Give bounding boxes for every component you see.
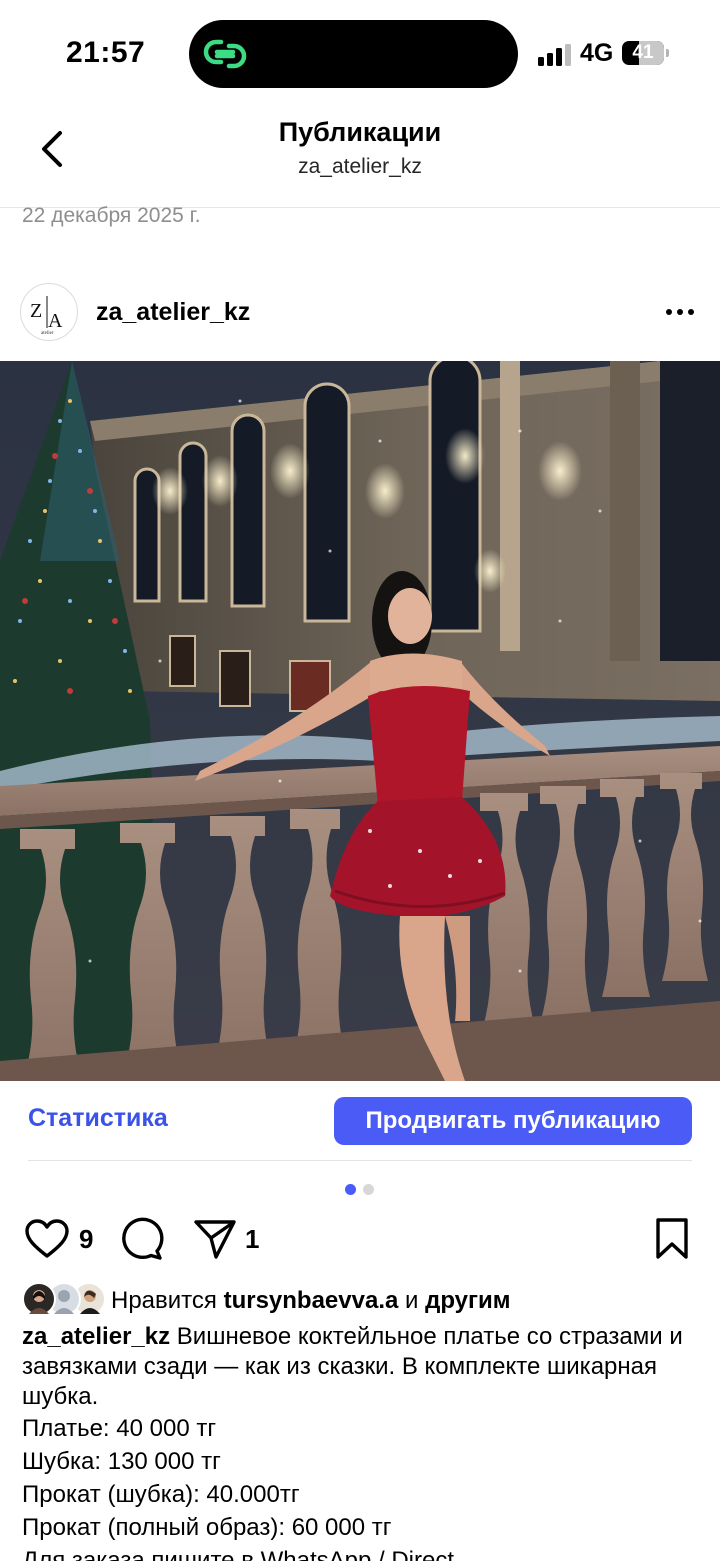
liked-by-prefix: Нравится (111, 1287, 217, 1314)
statistics-link[interactable]: Статистика (28, 1104, 168, 1133)
cellular-signal-icon (538, 42, 574, 66)
liker-avatars[interactable] (22, 1282, 106, 1318)
comment-icon[interactable] (120, 1217, 164, 1261)
share-count[interactable]: 1 (245, 1224, 259, 1255)
caption-lines: Платье: 40 000 тг Шубка: 130 000 тг Прок… (22, 1412, 702, 1561)
caption-username[interactable]: za_atelier_kz (22, 1323, 170, 1350)
avatar (22, 1282, 56, 1316)
page-subtitle: za_atelier_kz (298, 155, 422, 178)
za-atelier-logo: Z A atelier (30, 296, 63, 336)
svg-text:A: A (48, 310, 63, 332)
send-icon[interactable] (192, 1218, 238, 1260)
carousel-dot (363, 1184, 374, 1195)
post-photo[interactable] (0, 361, 720, 1081)
caption-line: Прокат (полный образ): 60 000 тг (22, 1514, 392, 1541)
more-horizontal-icon[interactable] (664, 298, 696, 326)
liked-by-others[interactable]: другим (425, 1287, 510, 1314)
divider (28, 1160, 692, 1161)
caption-line: Для заказа пишите в WhatsApp / Direct (22, 1547, 455, 1561)
caption-line: Прокат (шубка): 40.000тг (22, 1481, 300, 1508)
svg-text:Z: Z (30, 300, 42, 322)
caption-line: Платье: 40 000 тг (22, 1415, 217, 1442)
status-time: 21:57 (66, 36, 146, 69)
post-caption: za_atelier_kz Вишневое коктейльное плать… (22, 1322, 702, 1412)
liked-by-text[interactable]: Нравится tursynbaevva.a и другим (111, 1287, 511, 1315)
network-type: 4G (580, 39, 614, 67)
heart-icon[interactable] (24, 1218, 70, 1260)
battery-icon: 41 (622, 41, 669, 65)
promote-post-button[interactable]: Продвигать публикацию (334, 1097, 692, 1145)
dynamic-island (189, 20, 518, 88)
avatar[interactable]: Z A atelier (20, 283, 78, 341)
carousel-indicator (345, 1184, 375, 1196)
bookmark-icon[interactable] (652, 1217, 692, 1261)
status-bar: 21:57 4G 41 (0, 0, 720, 105)
page-title: Публикации (278, 117, 442, 147)
liked-by-and: и (405, 1287, 419, 1314)
carousel-dot-active (345, 1184, 356, 1195)
nav-header: Публикации za_atelier_kz (0, 105, 720, 208)
svg-text:atelier: atelier (41, 331, 54, 336)
liked-by-user[interactable]: tursynbaevva.a (224, 1287, 399, 1314)
link-icon (203, 39, 247, 69)
post-header: Z A atelier za_atelier_kz (0, 282, 720, 344)
post-username[interactable]: za_atelier_kz (96, 298, 250, 327)
caption-line: Шубка: 130 000 тг (22, 1448, 221, 1475)
photo-illustration (0, 361, 720, 1081)
battery-percent: 41 (632, 42, 654, 63)
like-count[interactable]: 9 (79, 1224, 93, 1255)
post-date: 22 декабря 2025 г. (22, 204, 201, 227)
